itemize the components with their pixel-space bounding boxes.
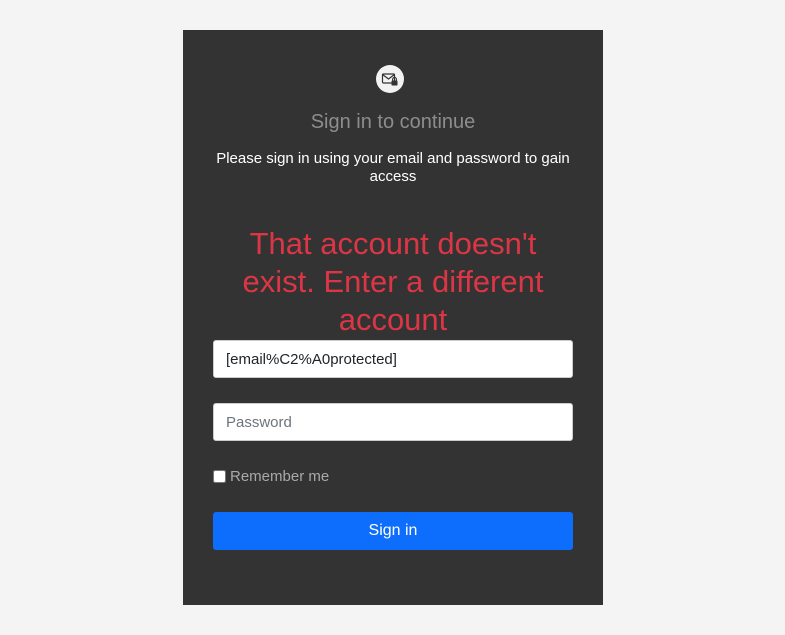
error-message: That account doesn't exist. Enter a diff… (242, 226, 544, 337)
email-field[interactable] (213, 340, 573, 378)
remember-me[interactable]: Remember me (213, 468, 329, 485)
sign-in-button[interactable]: Sign in (213, 512, 573, 550)
remember-me-label: Remember me (230, 468, 330, 485)
page-subtitle: Please sign in using your email and pass… (216, 150, 570, 185)
page-title: Sign in to continue (310, 111, 476, 133)
mail-lock-icon (376, 65, 404, 93)
login-card: Sign in to continue Please sign in using… (183, 30, 603, 605)
password-field[interactable] (213, 403, 573, 441)
remember-me-checkbox[interactable] (213, 470, 226, 483)
